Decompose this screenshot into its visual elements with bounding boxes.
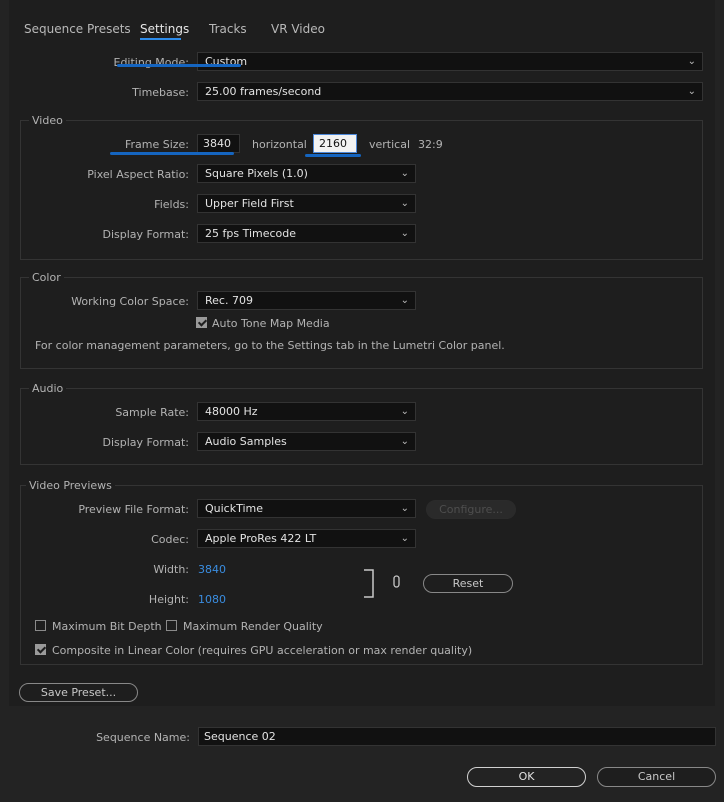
active-tab-indicator bbox=[140, 38, 181, 40]
aspect-ratio-value: 32:9 bbox=[418, 138, 443, 151]
tab-tracks[interactable]: Tracks bbox=[209, 22, 247, 36]
audio-display-format-dropdown[interactable]: Audio Samples ⌄ bbox=[197, 432, 416, 451]
tab-sequence-presets[interactable]: Sequence Presets bbox=[24, 22, 131, 36]
annotation-underline bbox=[305, 154, 361, 157]
chevron-down-icon: ⌄ bbox=[400, 436, 409, 447]
sample-rate-value: 48000 Hz bbox=[205, 405, 258, 418]
codec-label: Codec: bbox=[151, 533, 189, 546]
preview-file-format-label: Preview File Format: bbox=[78, 503, 189, 516]
frame-width-input[interactable]: 3840 bbox=[197, 134, 240, 153]
chevron-down-icon: ⌄ bbox=[400, 295, 409, 306]
chevron-down-icon: ⌄ bbox=[687, 86, 696, 97]
save-preset-button[interactable]: Save Preset... bbox=[19, 683, 138, 702]
editing-mode-label: Editing Mode: bbox=[113, 56, 190, 69]
chevron-down-icon: ⌄ bbox=[400, 406, 409, 417]
audio-group bbox=[20, 388, 703, 465]
fields-label: Fields: bbox=[154, 198, 189, 211]
audio-group-title: Audio bbox=[29, 382, 67, 395]
frame-height-input[interactable]: 2160 bbox=[313, 134, 357, 153]
sample-rate-dropdown[interactable]: 48000 Hz ⌄ bbox=[197, 402, 416, 421]
auto-tone-map-checkbox[interactable] bbox=[196, 317, 207, 328]
max-bit-depth-checkbox[interactable] bbox=[35, 620, 46, 631]
configure-button[interactable]: Configure... bbox=[426, 500, 516, 519]
chevron-down-icon: ⌄ bbox=[400, 228, 409, 239]
link-bracket-icon[interactable] bbox=[360, 568, 406, 600]
cancel-button[interactable]: Cancel bbox=[597, 767, 716, 787]
codec-dropdown[interactable]: Apple ProRes 422 LT ⌄ bbox=[197, 529, 416, 548]
preview-height-label: Height: bbox=[148, 593, 189, 606]
annotation-underline bbox=[110, 152, 234, 155]
timebase-value: 25.00 frames/second bbox=[205, 85, 322, 98]
audio-display-format-label: Display Format: bbox=[102, 436, 189, 449]
linear-color-checkbox[interactable] bbox=[35, 644, 46, 655]
linear-color-label: Composite in Linear Color (requires GPU … bbox=[52, 644, 473, 657]
display-format-value: 25 fps Timecode bbox=[205, 227, 297, 240]
max-bit-depth-label: Maximum Bit Depth bbox=[52, 620, 162, 633]
display-format-label: Display Format: bbox=[102, 228, 189, 241]
working-color-space-label: Working Color Space: bbox=[71, 295, 189, 308]
fields-value: Upper Field First bbox=[205, 197, 294, 210]
max-render-quality-label: Maximum Render Quality bbox=[183, 620, 323, 633]
preview-file-format-value: QuickTime bbox=[205, 502, 264, 515]
timebase-label: Timebase: bbox=[132, 86, 189, 99]
frame-size-label: Frame Size: bbox=[124, 138, 189, 151]
video-group-title: Video bbox=[29, 114, 66, 127]
chevron-down-icon: ⌄ bbox=[400, 503, 409, 514]
pixel-aspect-dropdown[interactable]: Square Pixels (1.0) ⌄ bbox=[197, 164, 416, 183]
vertical-label: vertical bbox=[369, 138, 411, 151]
preview-width-value[interactable]: 3840 bbox=[198, 563, 226, 576]
sequence-name-input[interactable]: Sequence 02 bbox=[198, 727, 716, 746]
color-group-title: Color bbox=[29, 271, 64, 284]
fields-dropdown[interactable]: Upper Field First ⌄ bbox=[197, 194, 416, 213]
tab-settings[interactable]: Settings bbox=[140, 22, 189, 36]
codec-value: Apple ProRes 422 LT bbox=[205, 532, 317, 545]
pixel-aspect-label: Pixel Aspect Ratio: bbox=[87, 168, 189, 181]
sample-rate-label: Sample Rate: bbox=[115, 406, 189, 419]
preview-height-value[interactable]: 1080 bbox=[198, 593, 226, 606]
pixel-aspect-value: Square Pixels (1.0) bbox=[205, 167, 308, 180]
working-color-space-dropdown[interactable]: Rec. 709 ⌄ bbox=[197, 291, 416, 310]
chevron-down-icon: ⌄ bbox=[400, 198, 409, 209]
working-color-space-value: Rec. 709 bbox=[205, 294, 253, 307]
tab-vr-video[interactable]: VR Video bbox=[271, 22, 325, 36]
annotation-underline bbox=[117, 64, 241, 67]
chevron-down-icon: ⌄ bbox=[400, 168, 409, 179]
editing-mode-dropdown[interactable]: Custom ⌄ bbox=[197, 52, 703, 71]
sequence-name-label: Sequence Name: bbox=[96, 731, 190, 744]
reset-button[interactable]: Reset bbox=[423, 574, 513, 593]
horizontal-label: horizontal bbox=[252, 138, 307, 151]
auto-tone-map-label: Auto Tone Map Media bbox=[212, 317, 330, 330]
max-render-quality-checkbox[interactable] bbox=[166, 620, 177, 631]
preview-width-label: Width: bbox=[153, 563, 189, 576]
video-previews-group-title: Video Previews bbox=[26, 479, 115, 492]
display-format-dropdown[interactable]: 25 fps Timecode ⌄ bbox=[197, 224, 416, 243]
ok-button[interactable]: OK bbox=[467, 767, 586, 787]
chevron-down-icon: ⌄ bbox=[400, 533, 409, 544]
timebase-dropdown[interactable]: 25.00 frames/second ⌄ bbox=[197, 82, 703, 101]
color-management-note: For color management parameters, go to t… bbox=[35, 339, 505, 352]
audio-display-format-value: Audio Samples bbox=[205, 435, 287, 448]
preview-file-format-dropdown[interactable]: QuickTime ⌄ bbox=[197, 499, 416, 518]
chevron-down-icon: ⌄ bbox=[687, 56, 696, 67]
